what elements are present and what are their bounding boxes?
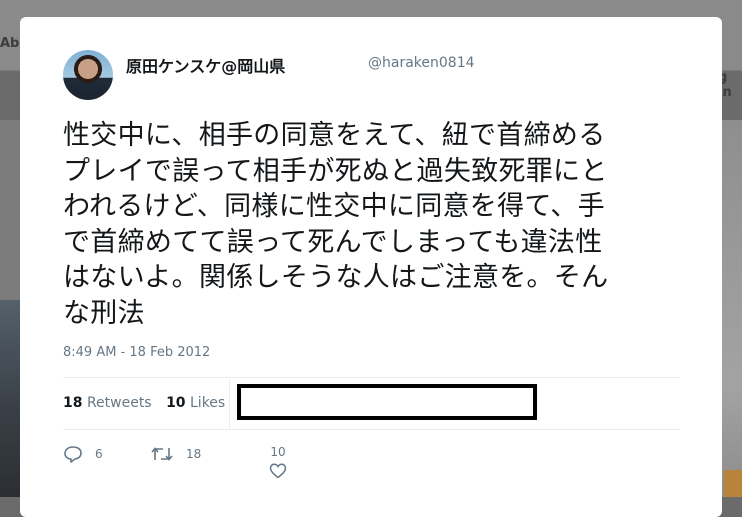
background-profile-photo	[0, 300, 20, 497]
tweet-header: 原田ケンスケ@岡山県 @haraken0814	[63, 50, 663, 100]
retweets-stat[interactable]: 18 Retweets	[63, 395, 152, 411]
stats-separator	[229, 379, 230, 429]
background-sidebar	[0, 120, 20, 300]
tweet-text-line: はないよ。関係しそうな人はご注意を。そん	[63, 262, 609, 294]
reply-button[interactable]: 6	[63, 445, 103, 463]
likes-count: 10	[166, 395, 186, 411]
tweet-text-line: 性交中に、相手の同意をえて、紐で首締める	[63, 120, 606, 151]
divider	[63, 377, 680, 378]
user-handle[interactable]: @haraken0814	[368, 55, 475, 71]
tweet-text-line: で首締めてて誤って死んでしまっても違法性	[63, 226, 603, 258]
retweets-count: 18	[63, 395, 83, 411]
reply-count: 6	[95, 447, 103, 461]
tweet-stats: 18 Retweets 10 Likes	[63, 395, 225, 411]
retweet-button[interactable]: 18	[150, 445, 201, 463]
retweet-icon	[151, 447, 173, 461]
redaction-box	[237, 384, 537, 420]
like-button[interactable]: 10	[269, 445, 287, 479]
likes-label: Likes	[190, 395, 226, 411]
tweet-text-line: われるけど、同様に性交中に同意を得て、手	[63, 191, 605, 223]
tweet-text-line: な刑法	[63, 297, 145, 329]
divider	[63, 429, 680, 430]
tweet-modal: 原田ケンスケ@岡山県 @haraken0814 性交中に、相手の同意をえて、紐で…	[20, 17, 722, 517]
reply-icon	[64, 446, 82, 463]
likes-stat[interactable]: 10 Likes	[166, 395, 225, 411]
tweet-text-line: プレイで誤って相手が死ぬと過失致死罪にと	[63, 155, 608, 187]
tweet-text: 性交中に、相手の同意をえて、紐で首締める プレイで誤って相手が死ぬと過失致死罪に…	[63, 118, 683, 332]
retweets-label: Retweets	[86, 395, 152, 411]
avatar[interactable]	[63, 50, 113, 100]
background-content-right	[722, 120, 742, 497]
tweet-actions: 6 18 10	[63, 445, 363, 485]
tweet-timestamp[interactable]: 8:49 AM - 18 Feb 2012	[63, 345, 210, 360]
display-name[interactable]: 原田ケンスケ@岡山県	[126, 53, 285, 77]
retweet-count: 18	[186, 447, 202, 461]
like-count: 10	[270, 445, 286, 459]
background-image-fragment	[724, 470, 742, 497]
heart-icon	[269, 463, 287, 479]
